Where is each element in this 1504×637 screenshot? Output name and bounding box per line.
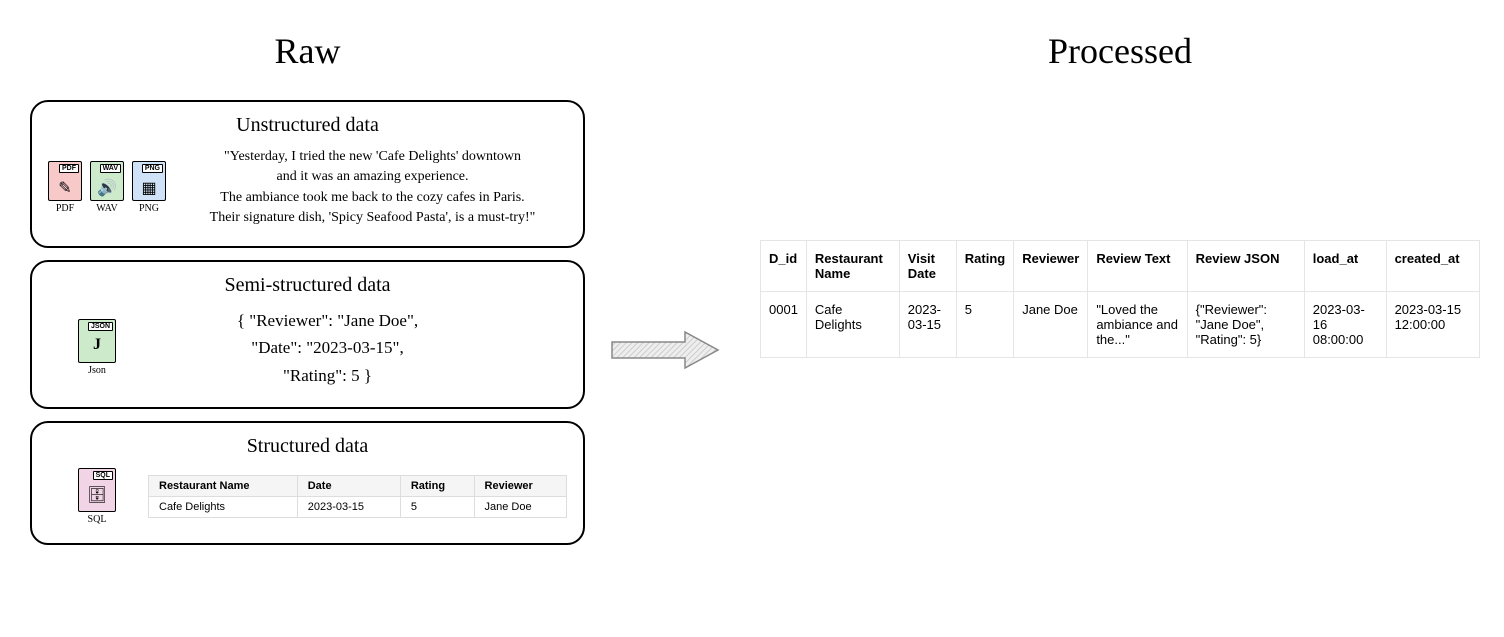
unstructured-icons: PDF ✎ PDF WAV 🔊 WAV PNG ▦: [48, 161, 166, 214]
raw-column: Unstructured data PDF ✎ PDF WAV 🔊 WAV: [30, 100, 585, 557]
structured-title: Structured data: [48, 435, 567, 458]
processed-th: Review JSON: [1187, 241, 1304, 292]
unstructured-title: Unstructured data: [48, 114, 567, 137]
mini-th: Reviewer: [474, 475, 566, 496]
pdf-icon: PDF ✎: [48, 161, 82, 201]
semi-structured-title: Semi-structured data: [48, 274, 567, 297]
semi-structured-json: { "Reviewer": "Jane Doe", "Date": "2023-…: [128, 307, 567, 389]
processed-th: Restaurant Name: [806, 241, 899, 292]
mini-th: Date: [297, 475, 400, 496]
json-icon-wrap: JSON J Json: [78, 319, 116, 376]
processed-th: Visit Date: [899, 241, 956, 292]
mini-th: Restaurant Name: [149, 475, 298, 496]
table-row: 0001 Cafe Delights 2023-03-15 5 Jane Doe…: [761, 292, 1480, 358]
arrow-icon: [610, 330, 720, 370]
png-icon-wrap: PNG ▦ PNG: [132, 161, 166, 214]
processed-table: D_id Restaurant Name Visit Date Rating R…: [760, 240, 1480, 358]
unstructured-quote: "Yesterday, I tried the new 'Cafe Deligh…: [178, 147, 567, 228]
semi-structured-panel: Semi-structured data JSON J Json { "Revi…: [30, 260, 585, 409]
processed-th: D_id: [761, 241, 807, 292]
processed-th: Reviewer: [1014, 241, 1088, 292]
processed-th: Rating: [956, 241, 1013, 292]
raw-title: Raw: [30, 30, 585, 72]
structured-panel: Structured data SQL 🗄 SQL Restaurant Nam…: [30, 421, 585, 545]
png-icon: PNG ▦: [132, 161, 166, 201]
table-row: Cafe Delights 2023-03-15 5 Jane Doe: [149, 496, 567, 517]
unstructured-panel: Unstructured data PDF ✎ PDF WAV 🔊 WAV: [30, 100, 585, 248]
mini-th: Rating: [400, 475, 474, 496]
pdf-icon-wrap: PDF ✎ PDF: [48, 161, 82, 214]
processed-th: created_at: [1386, 241, 1479, 292]
processed-th: Review Text: [1088, 241, 1187, 292]
sql-icon: SQL 🗄: [78, 468, 116, 512]
sql-icon-wrap: SQL 🗄 SQL: [78, 468, 116, 525]
wav-icon-wrap: WAV 🔊 WAV: [90, 161, 124, 214]
wav-icon: WAV 🔊: [90, 161, 124, 201]
processed-table-wrap: D_id Restaurant Name Visit Date Rating R…: [760, 240, 1480, 358]
json-icon: JSON J: [78, 319, 116, 363]
processed-title: Processed: [760, 30, 1480, 72]
structured-mini-table: Restaurant Name Date Rating Reviewer Caf…: [148, 475, 567, 518]
processed-th: load_at: [1304, 241, 1386, 292]
